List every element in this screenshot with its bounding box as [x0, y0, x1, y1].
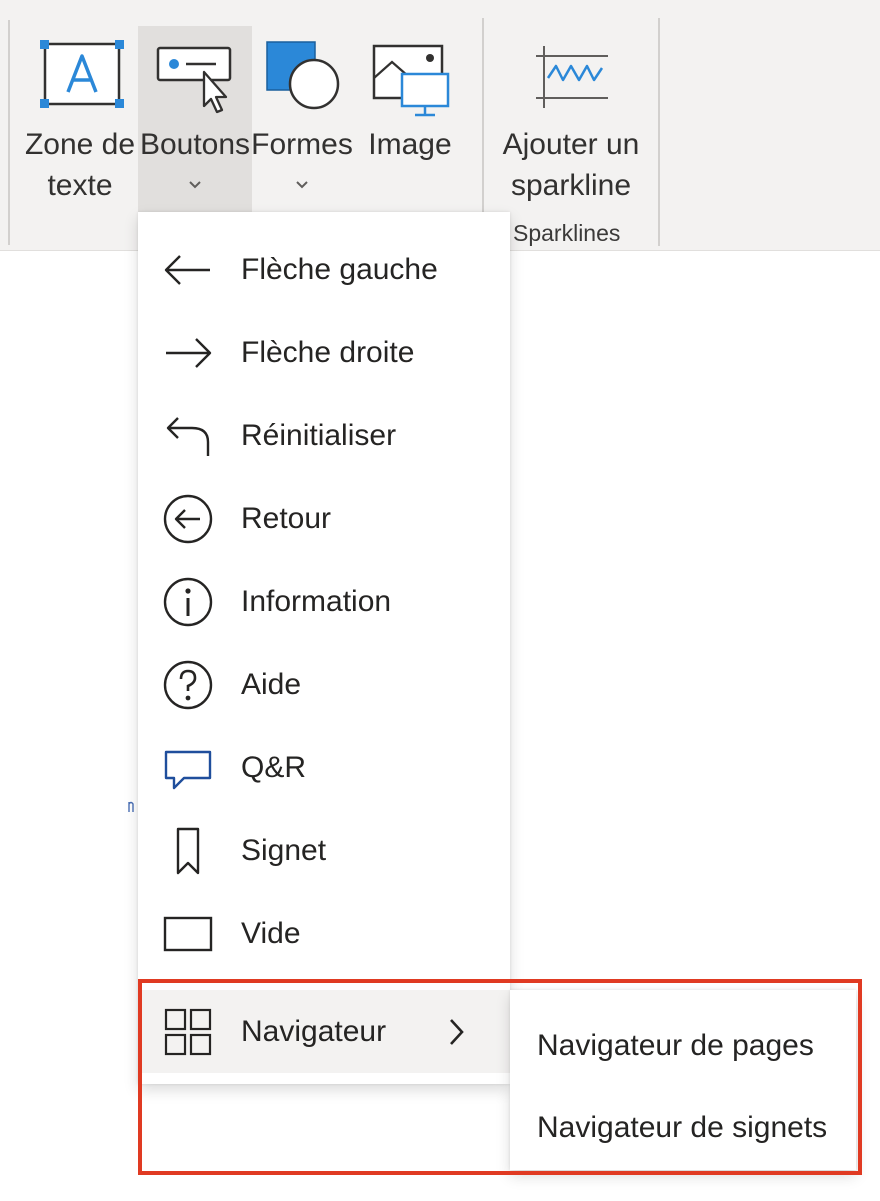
image-label: Image [368, 128, 452, 161]
image-button[interactable]: Image [360, 26, 460, 212]
menu-item-qna[interactable]: Q&R [138, 726, 510, 809]
menu-item-navigator[interactable]: Navigateur [138, 990, 510, 1073]
sparklines-group-label: Sparklines [513, 220, 621, 246]
menu-item-label: Flèche droite [241, 336, 415, 369]
menu-item-label: Signet [241, 834, 327, 867]
canvas-artifact [128, 796, 134, 816]
arrow-right-icon [166, 338, 212, 368]
menu-item-label: Flèche gauche [241, 253, 438, 286]
arrow-left-icon [164, 255, 210, 285]
submenu-item-bookmark-navigator[interactable]: Navigateur de signets [510, 1088, 856, 1170]
chevron-right-icon [450, 1019, 464, 1045]
shapes-icon [266, 41, 340, 110]
chevron-down-icon [189, 181, 201, 189]
menu-item-right-arrow[interactable]: Flèche droite [138, 311, 510, 394]
submenu-item-label: Navigateur de signets [537, 1111, 828, 1144]
navigator-grid-icon [164, 1008, 212, 1056]
menu-item-information[interactable]: Information [138, 560, 510, 643]
qna-icon [164, 750, 212, 790]
menu-item-blank[interactable]: Vide [138, 892, 510, 975]
buttons-dropdown-menu: Flèche gauche Flèche droite Réinitialise… [138, 212, 510, 1084]
menu-item-help[interactable]: Aide [138, 643, 510, 726]
menu-item-label: Retour [241, 502, 332, 535]
sparkline-icon [536, 46, 608, 108]
add-sparkline-label: Ajouter un sparkline [502, 128, 640, 202]
buttons-icon [156, 46, 232, 114]
reset-icon [166, 417, 210, 456]
text-box-button[interactable]: Zone de texte [20, 26, 140, 212]
menu-item-label: Q&R [241, 751, 307, 784]
information-icon [163, 577, 213, 627]
menu-item-left-arrow[interactable]: Flèche gauche [138, 228, 510, 311]
buttons-button[interactable]: Boutons [138, 26, 252, 212]
menu-item-bookmark[interactable]: Signet [138, 809, 510, 892]
blank-icon [163, 916, 213, 952]
shapes-button[interactable]: Formes [251, 26, 353, 212]
add-sparkline-button[interactable]: Ajouter un sparkline [500, 26, 642, 212]
submenu-item-page-navigator[interactable]: Navigateur de pages [510, 1006, 856, 1088]
menu-item-reset[interactable]: Réinitialiser [138, 394, 510, 477]
text-box-icon [40, 40, 124, 108]
menu-item-label: Navigateur [241, 1015, 387, 1048]
menu-item-back[interactable]: Retour [138, 477, 510, 560]
navigator-submenu: Navigateur de pages Navigateur de signet… [510, 990, 856, 1170]
menu-item-label: Réinitialiser [241, 419, 397, 452]
help-icon [163, 660, 213, 710]
bookmark-icon [176, 827, 200, 875]
menu-item-label: Vide [241, 917, 301, 950]
menu-item-label: Information [241, 585, 392, 618]
ribbon-separator [658, 18, 660, 246]
chevron-down-icon [296, 181, 308, 189]
image-icon [372, 44, 450, 117]
back-circle-icon [163, 494, 213, 544]
menu-item-label: Aide [241, 668, 302, 701]
submenu-item-label: Navigateur de pages [537, 1029, 814, 1062]
